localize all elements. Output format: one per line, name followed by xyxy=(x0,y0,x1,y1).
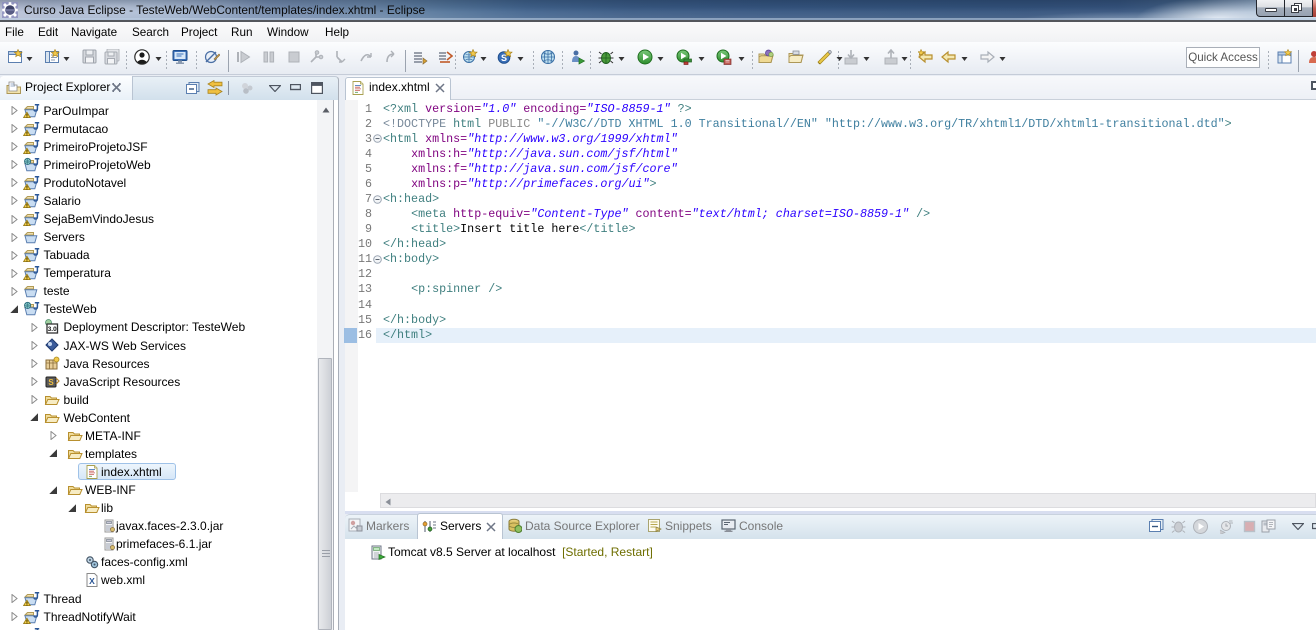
svg-text:X: X xyxy=(89,576,95,586)
svg-text:S: S xyxy=(48,378,54,387)
svg-text:3.0: 3.0 xyxy=(48,326,57,333)
